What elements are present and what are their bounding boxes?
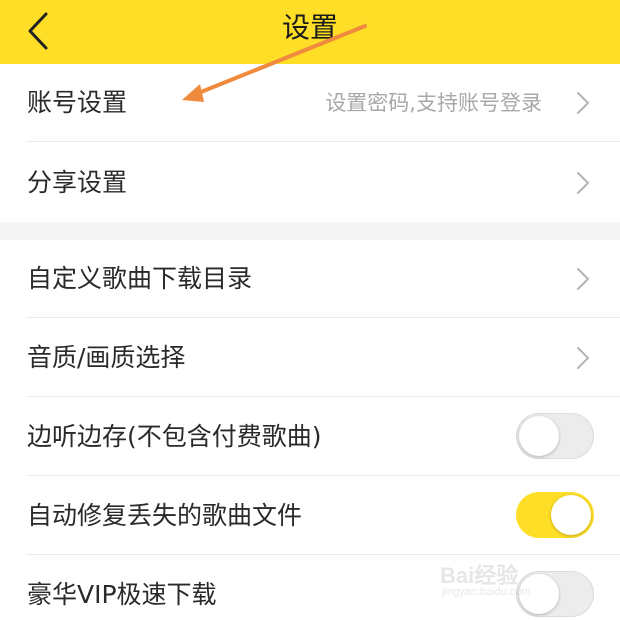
row-label: 边听边存(不包含付费歌曲) bbox=[27, 422, 322, 451]
chevron-right-icon bbox=[576, 267, 590, 291]
toggle-knob bbox=[551, 495, 591, 535]
chevron-right-icon bbox=[576, 346, 590, 370]
row-label: 自动修复丢失的歌曲文件 bbox=[27, 501, 303, 530]
divider bbox=[26, 317, 620, 318]
account-settings-row[interactable]: 账号设置 设置密码,支持账号登录 bbox=[0, 64, 620, 142]
row-label: 自定义歌曲下载目录 bbox=[27, 264, 253, 293]
row-label: 分享设置 bbox=[27, 168, 128, 197]
header-bar: 设置 bbox=[0, 0, 620, 64]
share-settings-row[interactable]: 分享设置 bbox=[0, 144, 620, 222]
divider bbox=[26, 396, 620, 397]
toggle-knob bbox=[519, 416, 559, 456]
settings-group-account: 账号设置 设置密码,支持账号登录 分享设置 bbox=[0, 64, 620, 222]
settings-screen: 设置 账号设置 设置密码,支持账号登录 分享设置 自定义歌曲下载目录 音质/画质… bbox=[0, 0, 620, 620]
cache-while-playing-row: 边听边存(不包含付费歌曲) bbox=[0, 398, 620, 476]
download-directory-row[interactable]: 自定义歌曲下载目录 bbox=[0, 240, 620, 318]
divider bbox=[26, 475, 620, 476]
vip-fast-download-row: 豪华VIP极速下载 bbox=[0, 556, 620, 620]
toggle-knob bbox=[519, 574, 559, 614]
cache-while-playing-toggle[interactable] bbox=[516, 413, 594, 459]
page-title: 设置 bbox=[281, 11, 338, 44]
row-label: 豪华VIP极速下载 bbox=[27, 580, 217, 609]
chevron-right-icon bbox=[576, 171, 590, 195]
row-label: 账号设置 bbox=[27, 88, 128, 117]
chevron-right-icon bbox=[576, 91, 590, 115]
quality-select-row[interactable]: 音质/画质选择 bbox=[0, 319, 620, 397]
vip-fast-download-toggle[interactable] bbox=[516, 571, 594, 617]
row-label: 音质/画质选择 bbox=[27, 343, 186, 372]
settings-group-download: 自定义歌曲下载目录 音质/画质选择 边听边存(不包含付费歌曲) 自动修复丢失的歌… bbox=[0, 240, 620, 620]
auto-repair-row: 自动修复丢失的歌曲文件 bbox=[0, 477, 620, 555]
divider bbox=[26, 141, 620, 142]
divider bbox=[26, 554, 620, 555]
auto-repair-toggle[interactable] bbox=[516, 492, 594, 538]
row-hint: 设置密码,支持账号登录 bbox=[325, 91, 542, 115]
